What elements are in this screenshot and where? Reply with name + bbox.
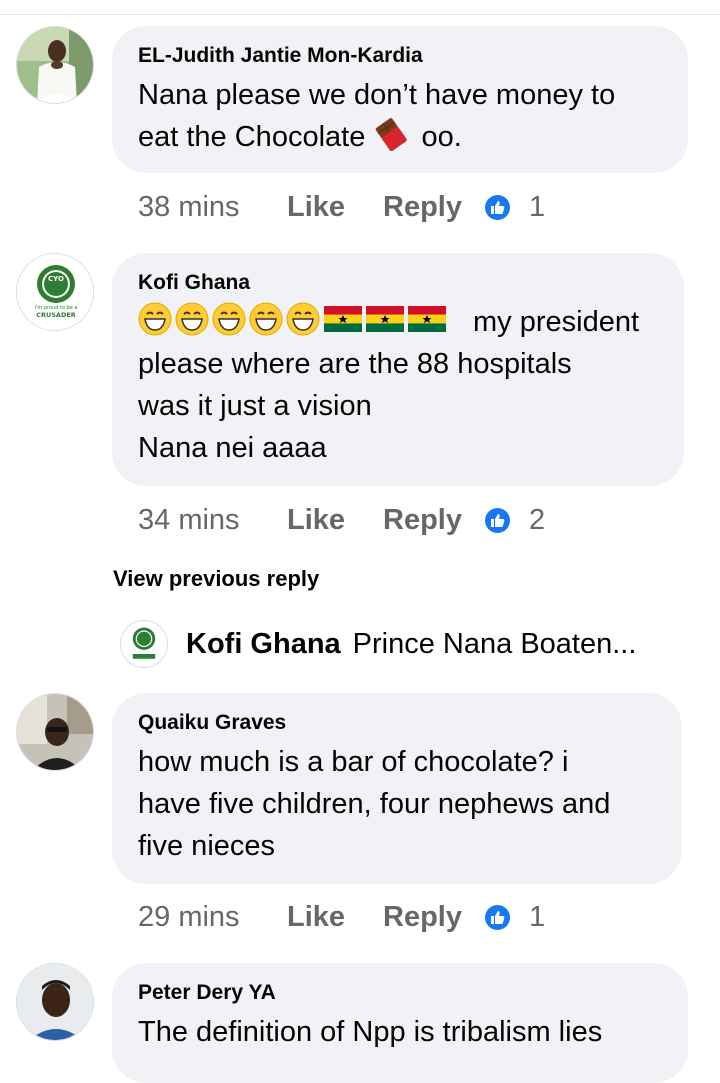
comment-timestamp[interactable]: 38 mins (138, 191, 287, 224)
comment-bubble[interactable]: Peter Dery YA The definition of Npp is t… (112, 963, 688, 1083)
comment-timestamp[interactable]: 34 mins (138, 504, 287, 537)
avatar-kofi-ghana[interactable]: CYO I'm proud to be a CRUSADER (16, 253, 94, 331)
reply-author[interactable]: Kofi Ghana (186, 628, 341, 661)
comment-text: The definition of Npp is tribalism lies (138, 1011, 660, 1053)
view-previous-reply-link[interactable]: View previous reply (113, 566, 319, 592)
grinning-emoji-icon (212, 302, 246, 336)
comment-line: five nieces (138, 830, 276, 862)
comment-text: Nana please we don’t have money to eat t… (138, 74, 660, 163)
comment-actions: 34 mins Like Reply 2 (138, 500, 545, 540)
comment-actions: 38 mins Like Reply 1 (138, 187, 545, 227)
reply-text: Prince Nana Boaten... (352, 627, 637, 660)
reply-preview[interactable]: Kofi Ghana Prince Nana Boaten... (120, 620, 636, 668)
comment-text: how much is a bar of chocolate? i have f… (138, 741, 654, 867)
comment-author[interactable]: EL-Judith Jantie Mon-Kardia (138, 44, 660, 68)
comment-line: how much is a bar of chocolate? i (138, 746, 569, 778)
like-thumb-icon[interactable] (485, 194, 510, 220)
like-thumb-icon[interactable] (485, 507, 510, 533)
like-button[interactable]: Like (287, 901, 383, 934)
top-divider (0, 14, 720, 15)
comment-bubble[interactable]: Quaiku Graves how much is a bar of choco… (112, 693, 682, 884)
comment-bubble[interactable]: Kofi Ghana my president please where are… (112, 253, 684, 486)
reply-button[interactable]: Reply (383, 504, 485, 537)
reply-button[interactable]: Reply (383, 901, 485, 934)
ghana-flag-emoji-icon (324, 306, 362, 332)
avatar-el-judith[interactable] (16, 26, 94, 104)
grinning-emoji-icon (286, 302, 320, 336)
comment-line: eat the Chocolate (138, 121, 366, 153)
comment-line: oo. (421, 121, 462, 153)
logo-line2: CRUSADER (36, 311, 76, 319)
comment-text: my president please where are the 88 hos… (138, 301, 656, 469)
like-button[interactable]: Like (287, 191, 383, 224)
logo-letters: CYO (48, 275, 64, 283)
comment-author[interactable]: Peter Dery YA (138, 981, 660, 1005)
comment-author[interactable]: Quaiku Graves (138, 711, 654, 735)
comment-actions: 29 mins Like Reply 1 (138, 897, 545, 937)
reaction-count[interactable]: 1 (529, 191, 545, 224)
grinning-emoji-icon (175, 302, 209, 336)
reply-avatar[interactable] (120, 620, 168, 668)
chocolate-emoji-icon (373, 117, 411, 163)
ghana-flag-emoji-icon (408, 306, 446, 332)
grinning-emoji-icon (138, 302, 172, 336)
comment-line: Nana nei aaaa (138, 432, 327, 464)
like-button[interactable]: Like (287, 504, 383, 537)
comment-timestamp[interactable]: 29 mins (138, 901, 287, 934)
comment-line: Nana please we don’t have money to (138, 79, 616, 111)
emoji-row-icon (138, 302, 446, 336)
comment-bubble[interactable]: EL-Judith Jantie Mon-Kardia Nana please … (112, 26, 688, 173)
comment-line: have five children, four nephews and (138, 788, 611, 820)
comment-line: please where are the 88 hospitals (138, 348, 572, 380)
comment-line: was it just a vision (138, 390, 372, 422)
avatar-peter-dery[interactable] (16, 963, 94, 1041)
comment-line: my president (473, 306, 640, 338)
ghana-flag-emoji-icon (366, 306, 404, 332)
like-thumb-icon[interactable] (485, 904, 510, 930)
reaction-count[interactable]: 1 (529, 901, 545, 934)
comment-author[interactable]: Kofi Ghana (138, 271, 656, 295)
reaction-count[interactable]: 2 (529, 504, 545, 537)
reply-button[interactable]: Reply (383, 191, 485, 224)
grinning-emoji-icon (249, 302, 283, 336)
comment-line: The definition of Npp is tribalism lies (138, 1016, 603, 1048)
avatar-quaiku-graves[interactable] (16, 693, 94, 771)
